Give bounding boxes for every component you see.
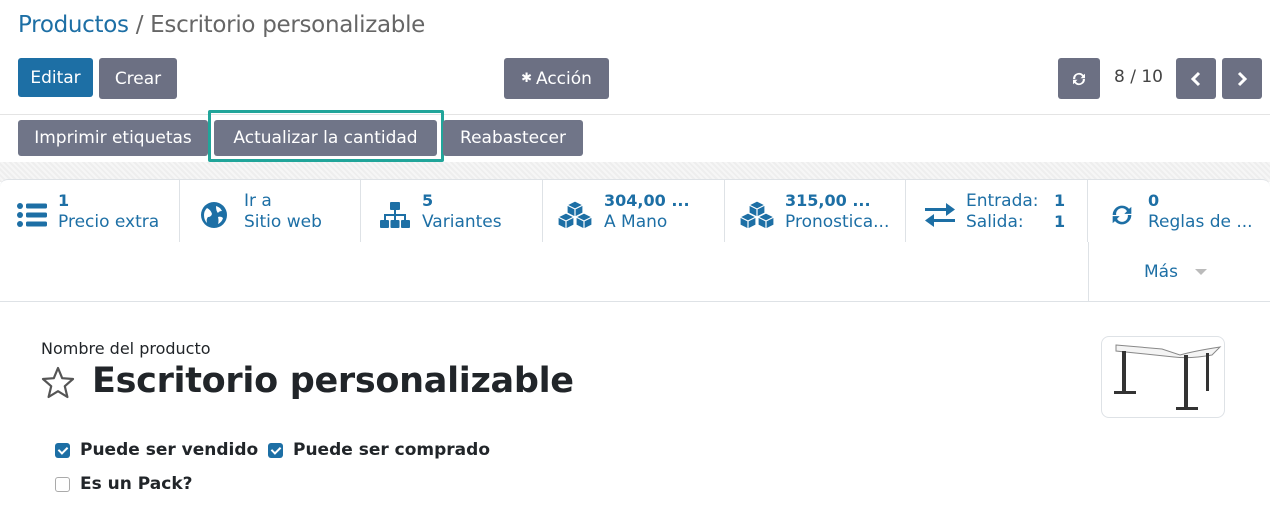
divider xyxy=(0,114,1270,115)
pager-value[interactable]: 8 / 10 xyxy=(1114,67,1163,87)
can-be-purchased-checkbox[interactable] xyxy=(268,443,283,458)
sitemap-icon xyxy=(379,200,411,230)
variants-label: Variantes xyxy=(422,212,502,232)
chevron-right-icon xyxy=(1237,71,1248,86)
smart-button-on-hand[interactable]: 304,00 ... A Mano xyxy=(543,180,725,242)
breadcrumb-link-products[interactable]: Productos xyxy=(18,12,129,38)
action-button[interactable]: ✱ Acción xyxy=(504,58,609,99)
previous-button[interactable] xyxy=(1176,58,1216,99)
can-be-sold-label: Puede ser vendido xyxy=(80,440,259,460)
refresh-button[interactable] xyxy=(1058,58,1100,99)
can-be-purchased-label: Puede ser comprado xyxy=(293,440,491,460)
extra-price-count: 1 xyxy=(58,191,70,210)
extra-price-label: Precio extra xyxy=(58,212,160,232)
moves-in-label: Entrada: xyxy=(966,191,1039,211)
variants-count: 5 xyxy=(422,191,434,210)
create-button[interactable]: Crear xyxy=(99,58,177,99)
chevron-left-icon xyxy=(1190,71,1201,86)
moves-out-label: Salida: xyxy=(966,212,1024,232)
smart-button-box: 1 Precio extra Ir a Sitio web 5 Variante… xyxy=(0,180,1270,302)
forecasted-qty: 315,00 ... xyxy=(785,191,871,210)
moves-in-value: 1 xyxy=(1054,191,1066,210)
list-icon xyxy=(16,200,48,230)
print-labels-button[interactable]: Imprimir etiquetas xyxy=(18,120,208,156)
form-sheet: 1 Precio extra Ir a Sitio web 5 Variante… xyxy=(0,179,1270,513)
rules-count: 0 xyxy=(1148,191,1160,210)
product-image[interactable] xyxy=(1101,336,1225,418)
next-button[interactable] xyxy=(1222,58,1262,99)
smart-button-moves[interactable]: Entrada: 1 Salida: 1 xyxy=(906,180,1088,242)
rules-label: Reglas de ... xyxy=(1148,212,1253,232)
smart-button-forecasted[interactable]: 315,00 ... Pronostica... xyxy=(725,180,906,242)
website-line2: Sitio web xyxy=(244,212,322,232)
on-hand-label: A Mano xyxy=(604,212,668,232)
smart-button-variants[interactable]: 5 Variantes xyxy=(361,180,543,242)
cubes-icon xyxy=(739,200,775,230)
more-dropdown[interactable]: Más xyxy=(1088,242,1270,302)
product-name-label: Nombre del producto xyxy=(41,339,211,358)
moves-out-value: 1 xyxy=(1054,212,1066,231)
desk-image xyxy=(1114,344,1222,410)
website-line1: Ir a xyxy=(244,191,272,211)
more-label: Más xyxy=(1144,262,1178,282)
smart-button-extra-price[interactable]: 1 Precio extra xyxy=(0,180,180,242)
action-label: Acción xyxy=(535,68,592,89)
control-panel: Productos / Escritorio personalizable Ed… xyxy=(0,0,1270,162)
star-icon[interactable] xyxy=(40,365,76,401)
gear-icon: ✱ xyxy=(521,71,532,86)
globe-icon xyxy=(198,200,230,230)
breadcrumb-current: Escritorio personalizable xyxy=(150,12,426,38)
breadcrumb: Productos / Escritorio personalizable xyxy=(18,12,425,38)
is-pack-checkbox[interactable] xyxy=(55,477,70,492)
replenish-button[interactable]: Reabastecer xyxy=(443,120,583,156)
caret-down-icon xyxy=(1195,269,1207,275)
cubes-icon xyxy=(557,200,593,230)
edit-button[interactable]: Editar xyxy=(18,58,93,97)
smart-button-reorder-rules[interactable]: 0 Reglas de ... xyxy=(1088,180,1270,242)
highlight-box xyxy=(208,110,444,162)
refresh-icon xyxy=(1106,200,1138,230)
exchange-icon xyxy=(924,200,956,230)
breadcrumb-separator: / xyxy=(135,12,144,38)
can-be-sold-checkbox[interactable] xyxy=(55,443,70,458)
on-hand-qty: 304,00 ... xyxy=(604,191,690,210)
smart-button-website[interactable]: Ir a Sitio web xyxy=(180,180,361,242)
refresh-icon xyxy=(1073,72,1085,85)
is-pack-label: Es un Pack? xyxy=(80,474,193,494)
forecasted-label: Pronostica... xyxy=(785,212,890,232)
product-name[interactable]: Escritorio personalizable xyxy=(92,361,574,401)
